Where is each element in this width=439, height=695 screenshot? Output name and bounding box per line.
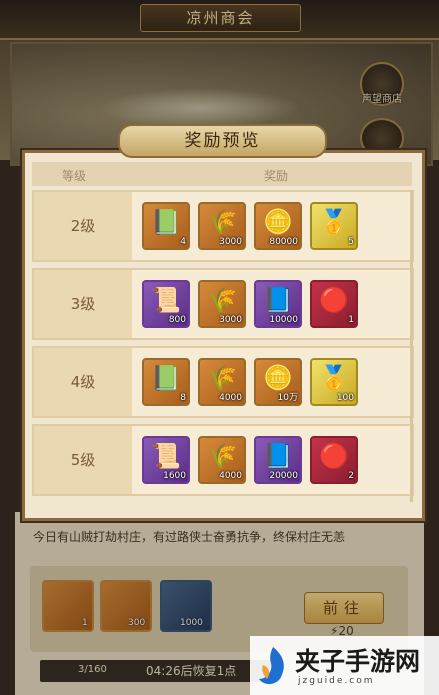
green-book-icon[interactable]: 📗 4 [142,202,190,250]
watermark-brand: 夹子手游网 [295,647,421,676]
watermark-url: jzguide.com [298,676,375,686]
wheat-icon[interactable]: 🌾 4000 [198,436,246,484]
jade-book-icon[interactable]: 📘 10000 [254,280,302,328]
item-count: 3000 [219,315,242,325]
reward-list-scrollbar[interactable] [410,190,413,502]
item-count: 3000 [219,237,242,247]
gold-ingot-icon[interactable]: 🥇 100 [310,358,358,406]
item-count: 2 [348,471,354,481]
reward-row-level-2: 2级 📗 4 🌾 3000 🪙 80000 🥇 5 [32,190,414,262]
token-icon[interactable]: 🔴 2 [310,436,358,484]
green-book-icon[interactable]: 📗 8 [142,358,190,406]
reward-table-header [32,162,412,186]
reward-preview-title: 奖励预览 [118,124,327,158]
item-count: 10万 [277,393,298,403]
wheat-icon[interactable]: 🌾 4000 [198,358,246,406]
reward-row-level-4: 4级 📗 8 🌾 4000 🪙 10万 🥇 100 [32,346,414,418]
level-column-header: 等级 [62,169,87,183]
gold-ingot-icon[interactable]: 🥇 5 [310,202,358,250]
item-count: 10000 [269,315,298,325]
item-count: 1 [348,315,354,325]
wheat-icon[interactable]: 🌾 3000 [198,280,246,328]
item-count: 80000 [269,237,298,247]
item-count: 8 [180,393,186,403]
coin-icon[interactable]: 🪙 10万 [254,358,302,406]
scroll-icon[interactable]: 📜 800 [142,280,190,328]
site-logo [259,647,284,685]
item-count: 4000 [219,471,242,481]
jade-book-icon[interactable]: 📘 20000 [254,436,302,484]
item-count: 5 [348,237,354,247]
item-count: 20000 [269,471,298,481]
item-count: 4 [180,237,186,247]
item-count: 800 [168,315,186,325]
level-label: 2级 [34,192,132,260]
wheat-icon[interactable]: 🌾 3000 [198,202,246,250]
item-count: 1600 [163,471,186,481]
reward-column-header: 奖励 [264,169,289,183]
item-count: 4000 [219,393,242,403]
reward-row-level-5: 5级 📜 1600 🌾 4000 📘 20000 🔴 2 [32,424,414,496]
level-label: 4级 [34,348,132,416]
item-count: 100 [336,393,354,403]
token-icon[interactable]: 🔴 1 [310,280,358,328]
coin-icon[interactable]: 🪙 80000 [254,202,302,250]
level-label: 3级 [34,270,132,338]
reward-row-level-3: 3级 📜 800 🌾 3000 📘 10000 🔴 1 [32,268,414,340]
scroll-icon[interactable]: 📜 1600 [142,436,190,484]
level-label: 5级 [34,426,132,494]
